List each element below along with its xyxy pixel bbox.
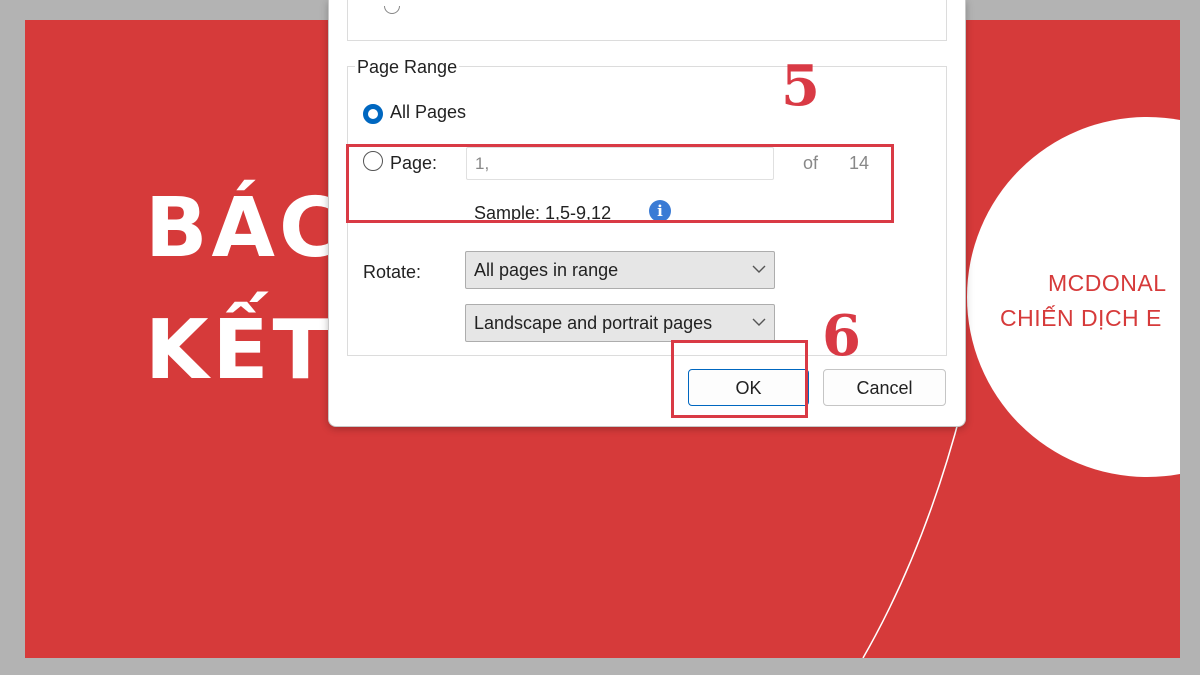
orientation-value: Landscape and portrait pages xyxy=(474,313,713,333)
all-pages-radio[interactable] xyxy=(363,104,383,124)
circle-text-line2: CHIẾN DỊCH E xyxy=(1000,305,1162,331)
partial-radio-icon[interactable] xyxy=(384,6,400,14)
chevron-down-icon xyxy=(752,318,766,326)
slide-title-line1: BÁC xyxy=(145,181,344,276)
page-range-legend: Page Range xyxy=(355,57,460,78)
slide-title-line2: KẾT xyxy=(145,303,333,398)
previous-options-group xyxy=(347,0,947,41)
annotation-number-6: 6 xyxy=(822,303,861,369)
rotate-range-select[interactable]: All pages in range xyxy=(465,251,775,289)
annotation-number-5: 5 xyxy=(781,53,820,119)
annotation-box-step5 xyxy=(346,144,894,223)
rotate-label: Rotate: xyxy=(363,262,422,282)
cancel-button[interactable]: Cancel xyxy=(823,369,946,406)
all-pages-label[interactable]: All Pages xyxy=(390,102,466,123)
orientation-select[interactable]: Landscape and portrait pages xyxy=(465,304,775,342)
rotate-range-value: All pages in range xyxy=(474,260,619,280)
annotation-box-step6 xyxy=(671,340,808,418)
chevron-down-icon xyxy=(752,265,766,273)
circle-text-line1: MCDONAL xyxy=(1048,270,1167,296)
